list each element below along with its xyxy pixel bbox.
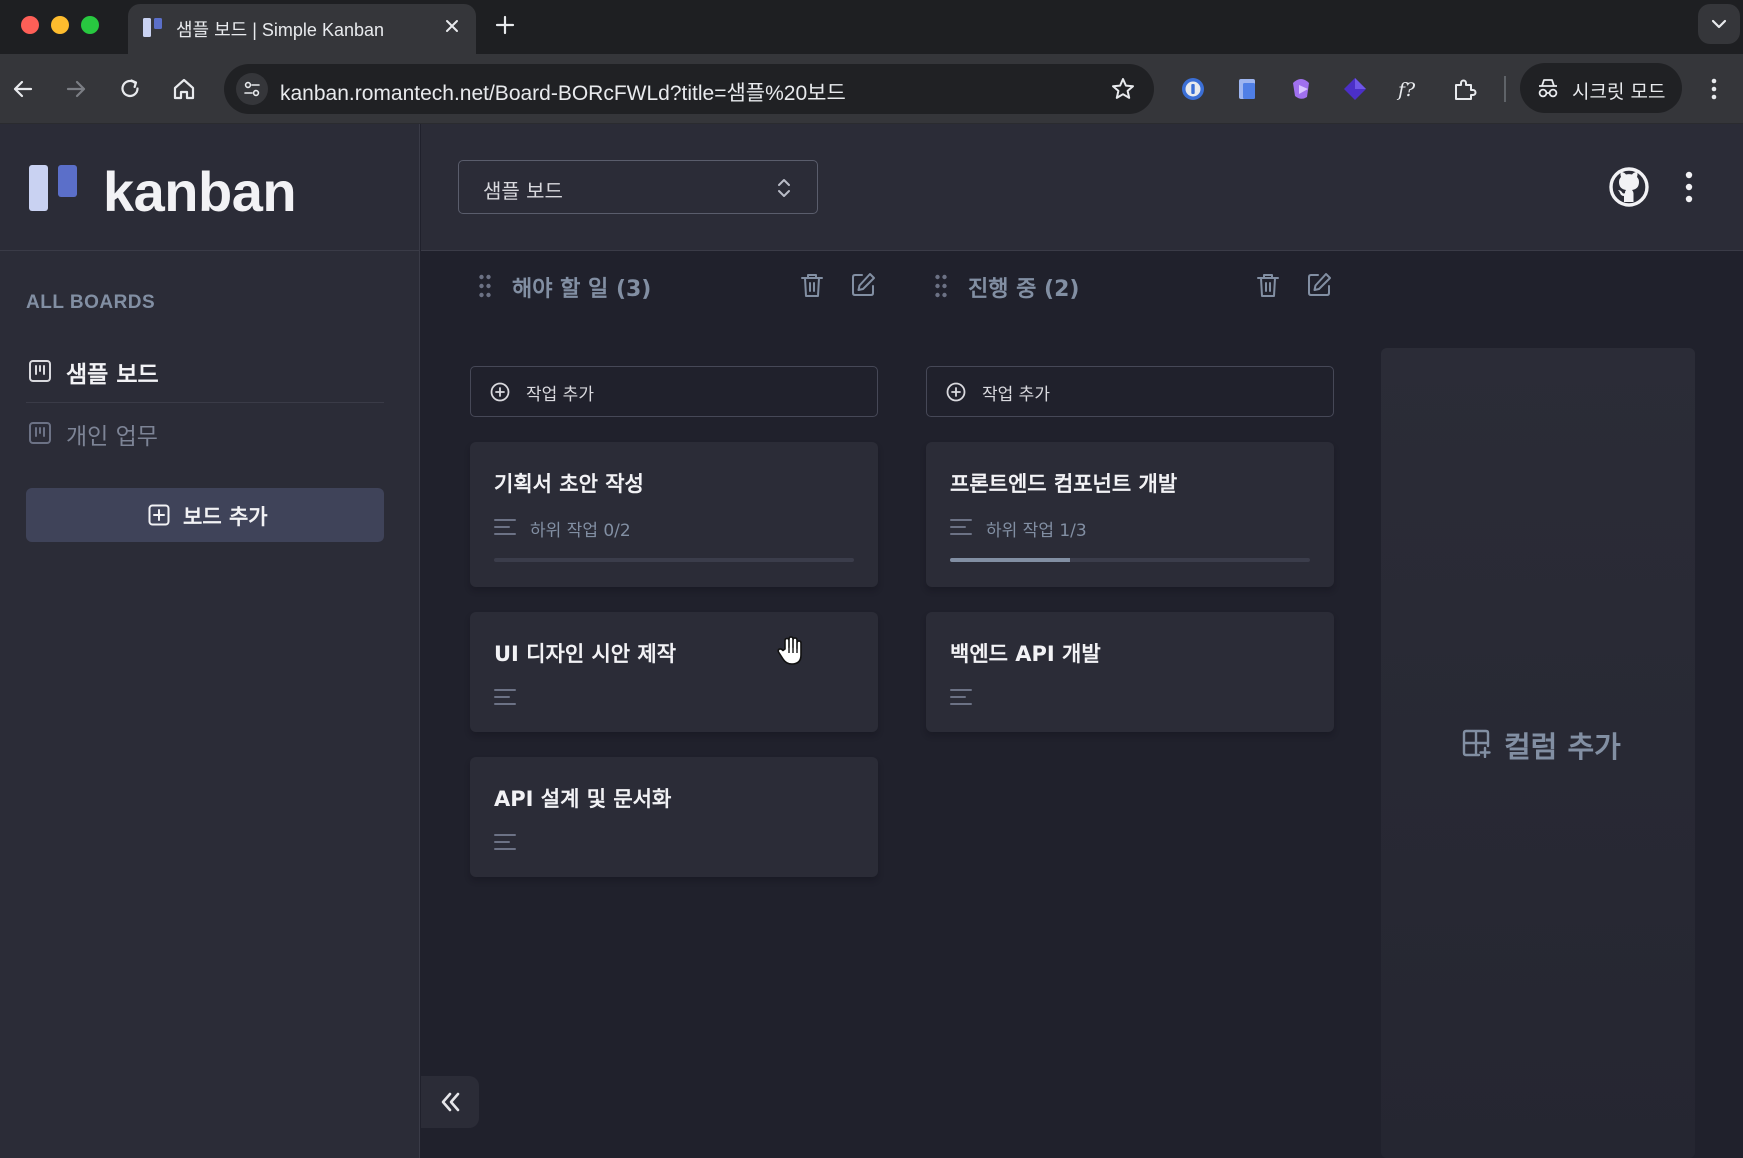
sidebar-item-label: 개인 업무 bbox=[66, 424, 158, 450]
double-chevron-left-icon bbox=[441, 1092, 460, 1112]
board-icon bbox=[29, 422, 51, 444]
task-title: UI 디자인 시안 제작 bbox=[494, 642, 677, 666]
browser-toolbar: kanban.romantech.net/Board-BORcFWLd?titl… bbox=[0, 54, 1743, 124]
incognito-label: 시크릿 모드 bbox=[1572, 81, 1666, 103]
add-column-label: 컬럼 추가 bbox=[1504, 730, 1621, 764]
all-boards-heading: ALL BOARDS bbox=[26, 292, 156, 313]
diamond-extension-icon[interactable] bbox=[1342, 76, 1368, 102]
drag-handle-icon[interactable] bbox=[934, 274, 948, 298]
tab-search-button[interactable] bbox=[1698, 4, 1740, 44]
subtask-count: 하위 작업 1/3 bbox=[986, 521, 1087, 541]
hand-cursor-icon bbox=[777, 636, 802, 665]
subtask-progress-fill bbox=[950, 558, 1070, 562]
board-header: 샘플 보드 bbox=[421, 124, 1743, 251]
task-title: 프론트엔드 컴포넌트 개발 bbox=[950, 472, 1178, 496]
add-column-icon bbox=[1462, 729, 1491, 758]
task-title: 기획서 초안 작성 bbox=[494, 472, 644, 496]
chevron-up-down-icon bbox=[778, 179, 790, 197]
tab-title: 샘플 보드 | Simple Kanban bbox=[176, 20, 384, 40]
description-lines-icon bbox=[494, 834, 516, 850]
tune-icon bbox=[244, 81, 260, 97]
edit-icon[interactable] bbox=[850, 272, 876, 298]
browser-tab-strip: 샘플 보드 | Simple Kanban bbox=[0, 0, 1743, 54]
description-lines-icon bbox=[494, 519, 516, 535]
sidebar-item-personal-work[interactable]: 개인 업무 bbox=[26, 408, 386, 458]
trash-icon[interactable] bbox=[800, 272, 824, 298]
sidebar-header-divider bbox=[0, 250, 420, 251]
add-task-label: 작업 추가 bbox=[526, 385, 594, 405]
edit-icon[interactable] bbox=[1306, 272, 1332, 298]
notes-extension-icon[interactable] bbox=[1234, 76, 1260, 102]
task-card[interactable]: 백엔드 API 개발 bbox=[926, 612, 1334, 732]
board-select-value: 샘플 보드 bbox=[483, 179, 563, 203]
purple-extension-icon[interactable] bbox=[1288, 76, 1314, 102]
task-card[interactable]: 기획서 초안 작성 하위 작업 0/2 bbox=[470, 442, 878, 587]
subtask-progress-bar bbox=[494, 558, 854, 562]
tab-close-icon[interactable] bbox=[442, 16, 462, 36]
github-icon[interactable] bbox=[1608, 166, 1650, 208]
sidebar-item-label: 샘플 보드 bbox=[66, 362, 159, 388]
task-title: API 설계 및 문서화 bbox=[494, 787, 672, 811]
column-title: 진행 중 (2) bbox=[968, 277, 1080, 302]
subtask-progress-bar bbox=[950, 558, 1310, 562]
drag-handle-icon[interactable] bbox=[478, 274, 492, 298]
description-lines-icon bbox=[950, 519, 972, 535]
description-lines-icon bbox=[494, 689, 516, 705]
subtask-count: 하위 작업 0/2 bbox=[530, 521, 631, 541]
bookmark-star-icon[interactable] bbox=[1110, 76, 1136, 102]
column-header: 진행 중 (2) bbox=[926, 266, 1336, 306]
window-zoom-button[interactable] bbox=[81, 16, 99, 34]
add-task-button[interactable]: 작업 추가 bbox=[926, 366, 1334, 417]
sidebar: kanban ALL BOARDS 샘플 보드 개인 업무 보드 추가 bbox=[0, 124, 420, 1158]
sidebar-item-sample-board[interactable]: 샘플 보드 bbox=[26, 346, 386, 396]
window-minimize-button[interactable] bbox=[51, 16, 69, 34]
task-title: 백엔드 API 개발 bbox=[950, 642, 1101, 666]
kanban-favicon-icon bbox=[143, 18, 162, 37]
new-tab-icon[interactable] bbox=[494, 14, 516, 36]
column-title: 해야 할 일 (3) bbox=[512, 277, 652, 302]
back-arrow-icon[interactable] bbox=[9, 75, 37, 103]
column-header: 해야 할 일 (3) bbox=[470, 266, 880, 306]
password-manager-icon[interactable] bbox=[1180, 76, 1206, 102]
incognito-button[interactable]: 시크릿 모드 bbox=[1520, 63, 1682, 113]
svg-text:f?: f? bbox=[1396, 79, 1416, 101]
window-close-button[interactable] bbox=[21, 16, 39, 34]
plus-circle-icon bbox=[490, 382, 510, 402]
trash-icon[interactable] bbox=[1256, 272, 1280, 298]
board-icon bbox=[29, 360, 51, 382]
url-text[interactable]: kanban.romantech.net/Board-BORcFWLd?titl… bbox=[280, 77, 846, 107]
chevron-down-icon bbox=[1711, 19, 1727, 29]
logo-text: kanban bbox=[103, 160, 297, 223]
home-icon[interactable] bbox=[170, 75, 198, 103]
plus-square-icon bbox=[148, 504, 170, 526]
kanban-logo-icon bbox=[29, 165, 77, 211]
task-card[interactable]: 프론트엔드 컴포넌트 개발 하위 작업 1/3 bbox=[926, 442, 1334, 587]
address-bar[interactable]: kanban.romantech.net/Board-BORcFWLd?titl… bbox=[224, 64, 1154, 114]
task-card[interactable]: UI 디자인 시안 제작 bbox=[470, 612, 878, 732]
collapse-sidebar-button[interactable] bbox=[421, 1076, 479, 1128]
task-card[interactable]: API 설계 및 문서화 bbox=[470, 757, 878, 877]
incognito-icon bbox=[1538, 79, 1558, 98]
puzzle-extensions-icon[interactable] bbox=[1452, 76, 1478, 102]
board-menu-icon[interactable] bbox=[1683, 170, 1695, 204]
toolbar-divider bbox=[1504, 76, 1506, 102]
browser-tab-active[interactable]: 샘플 보드 | Simple Kanban bbox=[128, 4, 476, 54]
kanban-app: kanban ALL BOARDS 샘플 보드 개인 업무 보드 추가 샘플 보… bbox=[0, 124, 1743, 1158]
add-board-label: 보드 추가 bbox=[183, 505, 268, 529]
board-select-dropdown[interactable]: 샘플 보드 bbox=[458, 160, 818, 214]
add-board-button[interactable]: 보드 추가 bbox=[26, 488, 384, 542]
add-task-label: 작업 추가 bbox=[982, 385, 1050, 405]
site-info-button[interactable] bbox=[236, 73, 268, 105]
add-task-button[interactable]: 작업 추가 bbox=[470, 366, 878, 417]
formula-extension-icon[interactable]: f? bbox=[1396, 76, 1422, 102]
sidebar-divider bbox=[26, 402, 384, 403]
plus-circle-icon bbox=[946, 382, 966, 402]
add-column-button[interactable]: 컬럼 추가 bbox=[1381, 348, 1695, 1158]
browser-menu-icon[interactable] bbox=[1702, 76, 1726, 102]
reload-icon[interactable] bbox=[116, 75, 144, 103]
forward-arrow-icon[interactable] bbox=[62, 75, 90, 103]
description-lines-icon bbox=[950, 689, 972, 705]
